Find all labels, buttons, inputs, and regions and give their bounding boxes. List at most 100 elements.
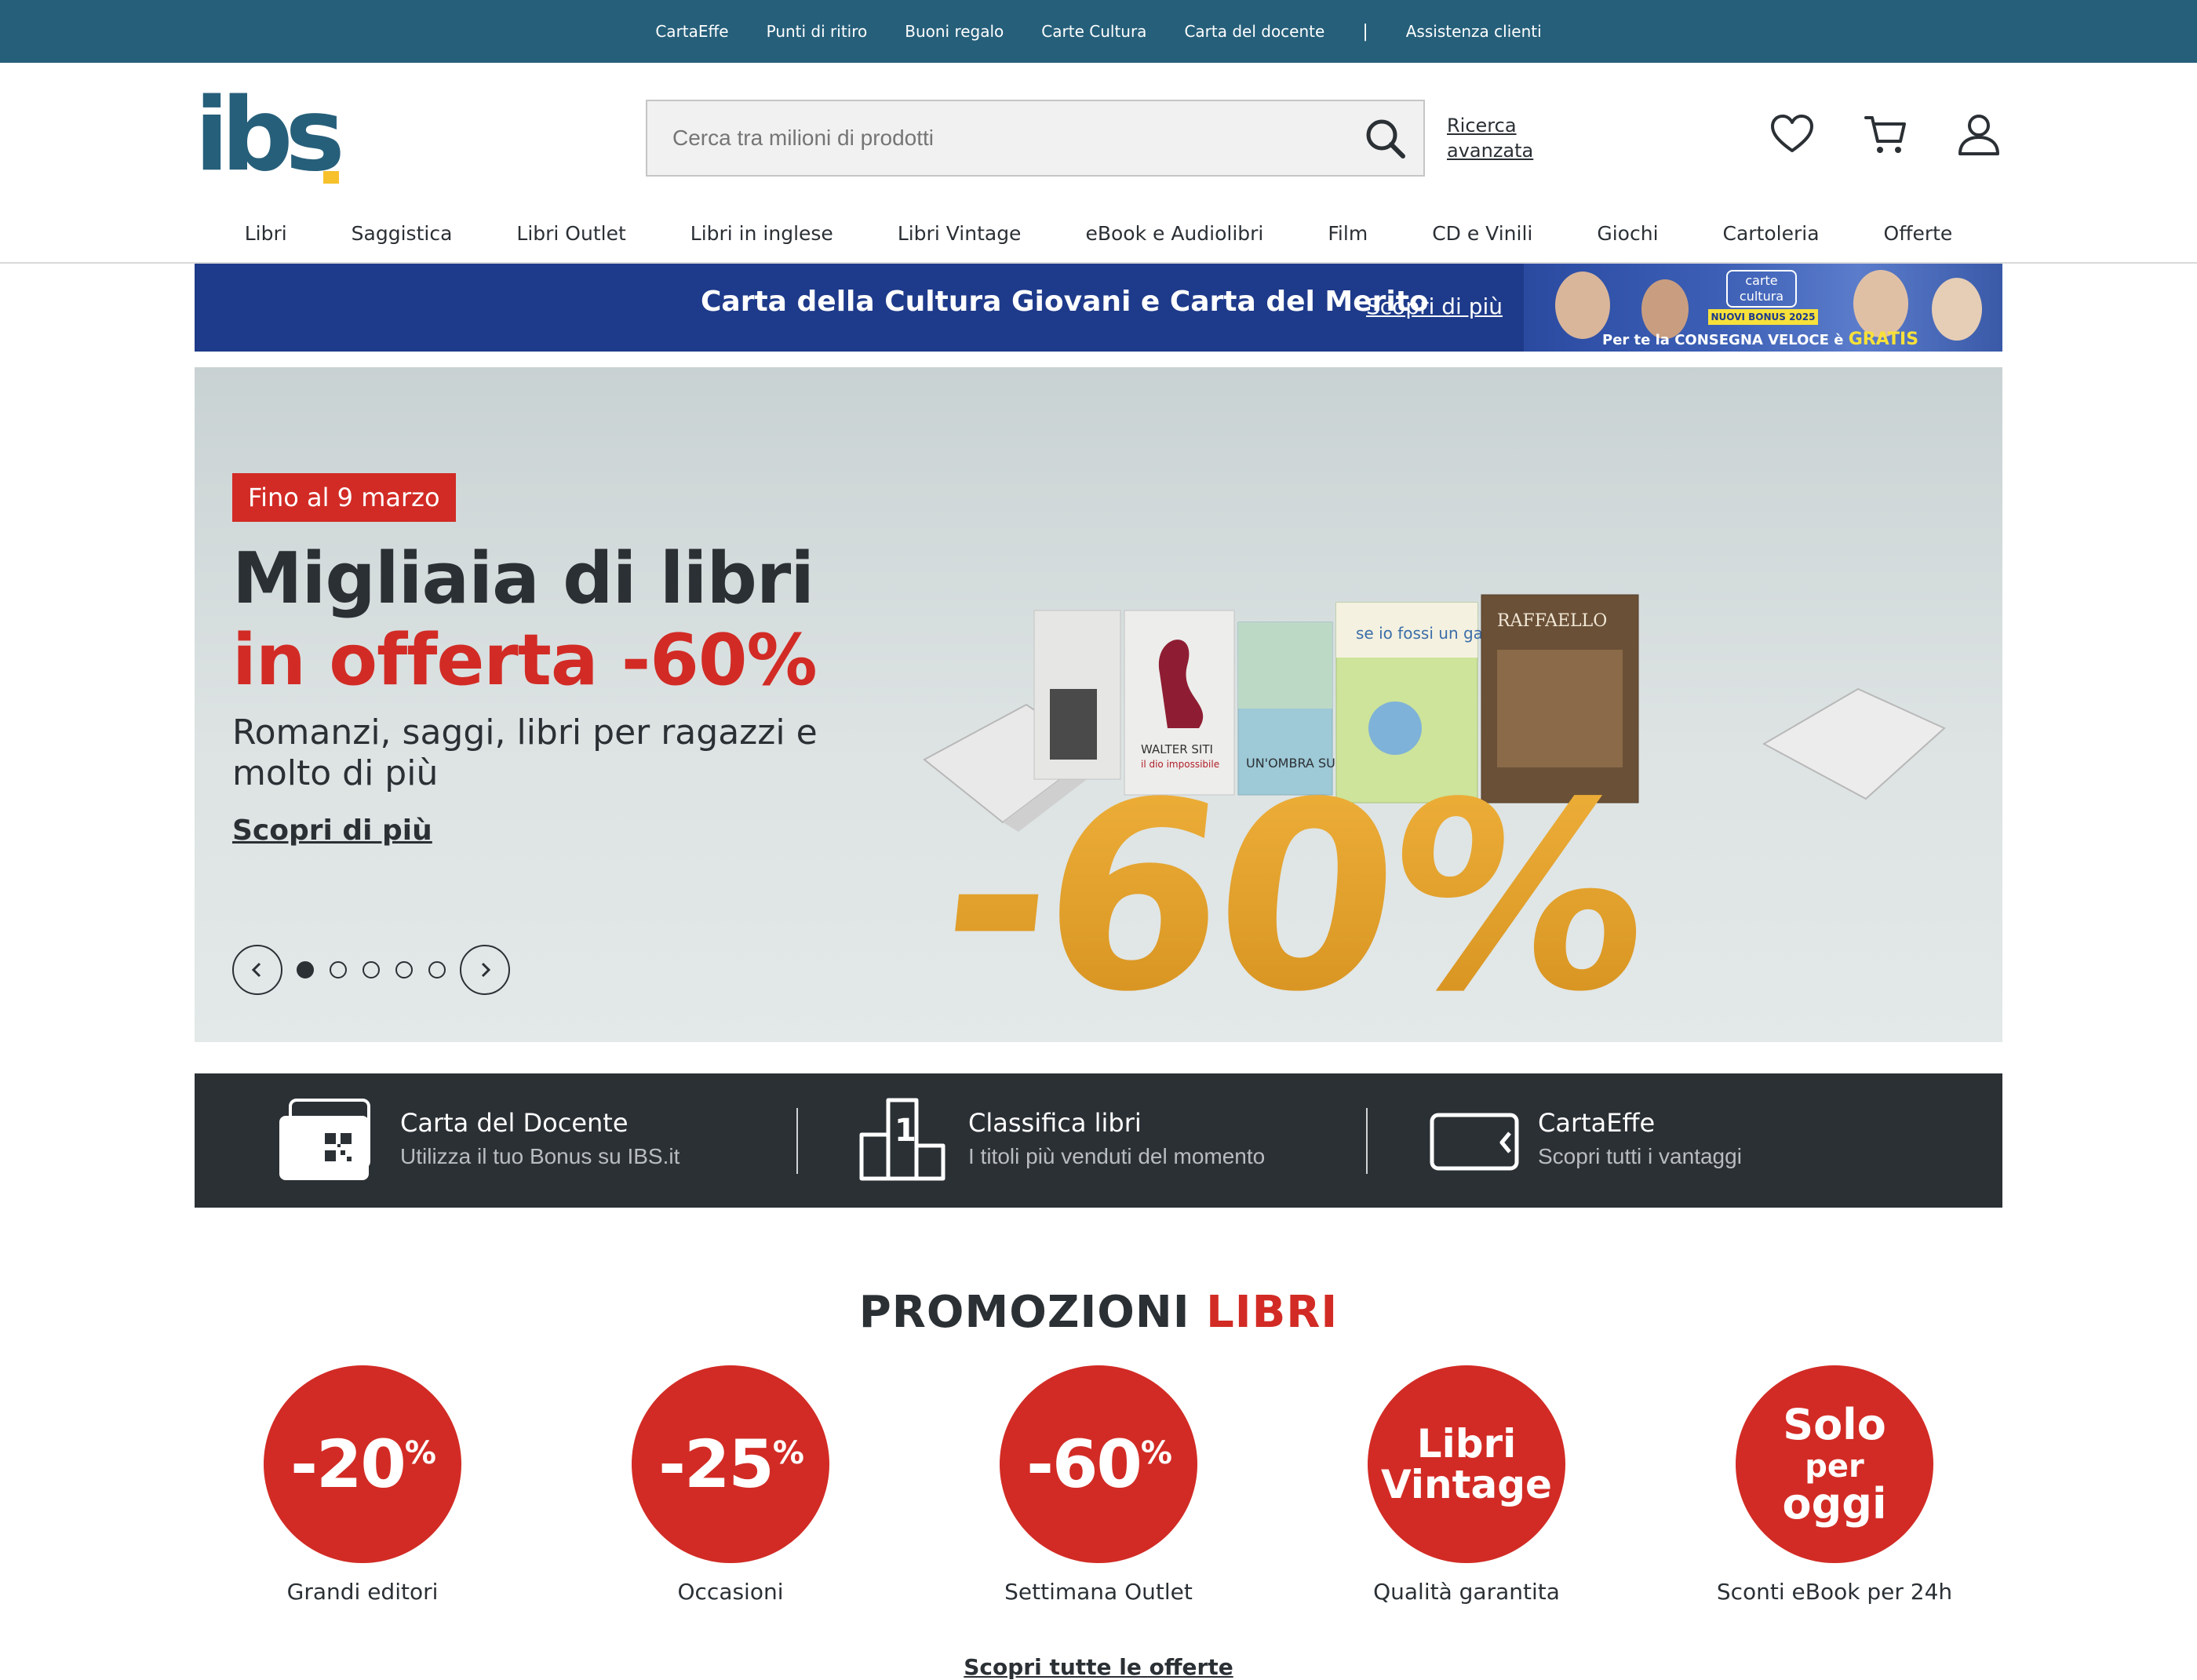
- promo-badge: -25%: [632, 1365, 829, 1563]
- top-links: CartaEffe Punti di ritiro Buoni regalo C…: [0, 0, 2197, 63]
- nav-offerte[interactable]: Offerte: [1884, 222, 1953, 245]
- hero-artwork: WALTER SITI il dio impossibile UN'OMBRA …: [923, 594, 1946, 1042]
- hero-subtitle: Romanzi, saggi, libri per ragazzi e molt…: [232, 712, 818, 793]
- shipping-prefix: Per te la CONSEGNA VELOCE è: [1602, 332, 1844, 348]
- promo-occasioni[interactable]: -25% Occasioni: [605, 1365, 856, 1616]
- service-title: Carta del Docente: [400, 1108, 628, 1138]
- promo-badge-suffix: %: [1140, 1435, 1172, 1471]
- services-divider: [1366, 1108, 1368, 1174]
- nav-cartoleria[interactable]: Cartoleria: [1723, 222, 1820, 245]
- hero-title-line2: in offerta -60%: [232, 619, 818, 702]
- carousel-dot[interactable]: [395, 961, 413, 978]
- carousel-dot[interactable]: [363, 961, 380, 978]
- hero-art-discount: -60%: [929, 748, 1660, 1042]
- banner-photo: carte cultura NUOVI BONUS 2025 Per te la…: [1524, 264, 2002, 352]
- carta-cultura-banner[interactable]: Carta della Cultura Giovani e Carta del …: [195, 264, 2002, 352]
- nav-libri[interactable]: Libri: [245, 222, 287, 245]
- top-link-carte-cultura[interactable]: Carte Cultura: [1041, 22, 1146, 41]
- nav-ebook-audiolibri[interactable]: eBook e Audiolibri: [1085, 222, 1263, 245]
- service-title: CartaEffe: [1538, 1108, 1656, 1138]
- promo-libri-vintage[interactable]: Libri Vintage Qualità garantita: [1341, 1365, 1592, 1616]
- carousel-dot[interactable]: [297, 961, 314, 978]
- ibs-logo[interactable]: ibs: [195, 86, 352, 186]
- top-link-assistenza[interactable]: Assistenza clienti: [1406, 22, 1542, 41]
- hero-title-line1: Migliaia di libri: [232, 538, 814, 620]
- service-carta-docente[interactable]: Carta del Docente Utilizza il tuo Bonus …: [195, 1073, 799, 1208]
- search-input[interactable]: [663, 101, 1354, 175]
- top-link-carta-docente[interactable]: Carta del docente: [1184, 22, 1324, 41]
- nav-libri-outlet[interactable]: Libri Outlet: [516, 222, 625, 245]
- logo-text: ibs: [195, 77, 345, 194]
- carte-cultura-badge: carte cultura: [1726, 270, 1797, 308]
- nav-giochi[interactable]: Giochi: [1597, 222, 1658, 245]
- service-subtitle: Scopri tutti i vantaggi: [1538, 1144, 1742, 1168]
- promo-badge-line1: Libri: [1416, 1421, 1517, 1467]
- chevron-right-icon: [481, 962, 491, 978]
- open-book-right: [1762, 687, 1946, 800]
- heart-icon[interactable]: [1769, 111, 1816, 159]
- svg-text:1: 1: [894, 1113, 916, 1149]
- carousel-next-button[interactable]: [460, 945, 510, 995]
- book-5-title: RAFFAELLO: [1497, 611, 1607, 631]
- cartaeffe-card-icon: [1430, 1113, 1519, 1171]
- logo-yellow-dot: [323, 171, 339, 184]
- carousel-dot[interactable]: [330, 961, 347, 978]
- promo-badge: -20%: [264, 1365, 461, 1563]
- promo-label: Occasioni: [677, 1579, 784, 1605]
- banner-person: [1853, 270, 1908, 337]
- cart-icon[interactable]: [1863, 111, 1910, 159]
- promo-badge-line3: oggi: [1782, 1478, 1887, 1529]
- main-nav: Libri Saggistica Libri Outlet Libri in i…: [0, 204, 2197, 262]
- all-offers-link[interactable]: Scopri tutte le offerte: [0, 1654, 2197, 1680]
- promo-label: Grandi editori: [286, 1579, 439, 1605]
- user-icon[interactable]: [1955, 111, 2002, 159]
- search-box: [646, 100, 1425, 177]
- nav-libri-vintage[interactable]: Libri Vintage: [898, 222, 1022, 245]
- nav-libri-inglese[interactable]: Libri in inglese: [690, 222, 833, 245]
- badge-line1: carte: [1745, 273, 1778, 288]
- nav-film[interactable]: Film: [1328, 222, 1368, 245]
- services-divider: [796, 1108, 798, 1174]
- promo-label: Sconti eBook per 24h: [1716, 1579, 1953, 1605]
- badge-line2: cultura: [1739, 289, 1784, 304]
- carousel-prev-button[interactable]: [232, 945, 282, 995]
- promo-badge: -60%: [1000, 1365, 1197, 1563]
- hero-carousel: Fino al 9 marzo Migliaia di libri in off…: [195, 367, 2002, 1042]
- shipping-free: GRATIS: [1848, 330, 1919, 349]
- promo-settimana-outlet[interactable]: -60% Settimana Outlet: [973, 1365, 1224, 1616]
- top-link-buoni-regalo[interactable]: Buoni regalo: [905, 22, 1004, 41]
- services-bar: Carta del Docente Utilizza il tuo Bonus …: [195, 1073, 2002, 1208]
- podium-icon: 1: [859, 1098, 945, 1181]
- bonus-label: NUOVI BONUS 2025: [1708, 309, 1818, 325]
- banner-link[interactable]: Scopri di più: [1366, 293, 1503, 319]
- promo-badge-line1: Solo: [1783, 1399, 1886, 1449]
- top-link-cartaeffe[interactable]: CartaEffe: [655, 22, 728, 41]
- nav-cd-vinili[interactable]: CD e Vinili: [1432, 222, 1532, 245]
- advanced-search-line1: Ricerca: [1447, 115, 1517, 137]
- promo-badge: Libri Vintage: [1368, 1365, 1565, 1563]
- promo-label: Settimana Outlet: [1004, 1579, 1193, 1605]
- service-cartaeffe[interactable]: CartaEffe Scopri tutti i vantaggi: [1368, 1073, 2002, 1208]
- top-links-separator: |: [1362, 21, 1368, 42]
- promo-grandi-editori[interactable]: -20% Grandi editori: [237, 1365, 488, 1616]
- top-link-punti-ritiro[interactable]: Punti di ritiro: [767, 22, 868, 41]
- promo-badge-value: -25: [658, 1426, 774, 1503]
- carousel-controls: [232, 945, 510, 995]
- promo-solo-per-oggi[interactable]: Solo per oggi Sconti eBook per 24h: [1709, 1365, 1960, 1616]
- carousel-dot[interactable]: [428, 961, 446, 978]
- service-subtitle: I titoli più venduti del momento: [968, 1144, 1266, 1168]
- card-qr-icon: [279, 1099, 370, 1180]
- promo-badge-value: -20: [290, 1426, 406, 1503]
- service-classifica[interactable]: 1 Classifica libri I titoli più venduti …: [799, 1073, 1368, 1208]
- search-icon[interactable]: [1364, 117, 1408, 161]
- banner-title: Carta della Cultura Giovani e Carta del …: [701, 286, 1429, 318]
- promotions-title: PROMOZIONI LIBRI: [0, 1287, 2197, 1338]
- banner-person: [1932, 278, 1982, 341]
- advanced-search-link[interactable]: Ricerca avanzata: [1447, 113, 1533, 163]
- promo-badge-suffix: %: [772, 1435, 804, 1471]
- promo-badge: Solo per oggi: [1736, 1365, 1933, 1563]
- hero-cta[interactable]: Scopri di più: [232, 814, 432, 847]
- nav-saggistica[interactable]: Saggistica: [352, 222, 453, 245]
- top-bar: CartaEffe Punti di ritiro Buoni regalo C…: [0, 0, 2197, 63]
- promo-label: Qualità garantita: [1373, 1579, 1560, 1605]
